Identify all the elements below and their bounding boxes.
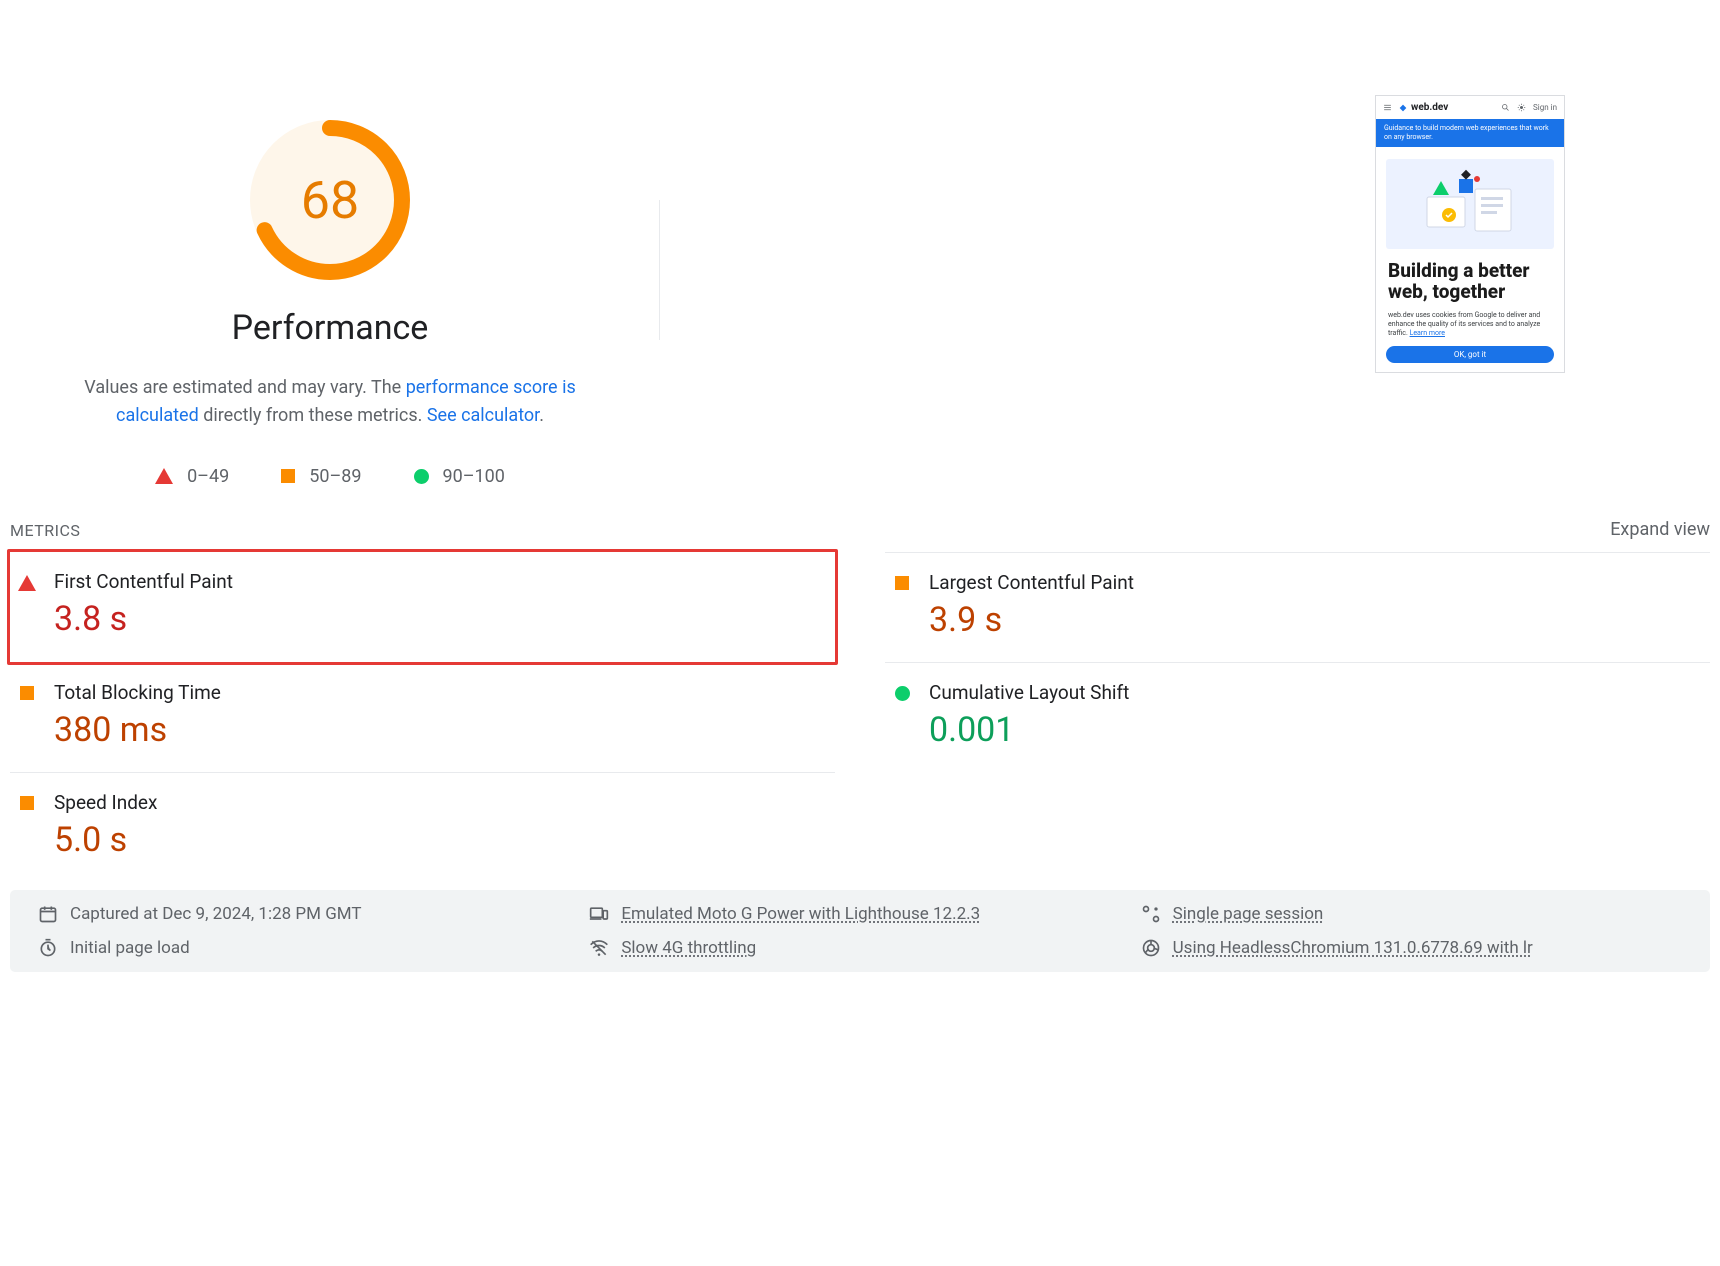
preview-hero xyxy=(1386,159,1554,249)
preview-ok-button: OK, got it xyxy=(1386,346,1554,363)
triangle-icon xyxy=(18,575,36,591)
env-throttling[interactable]: Slow 4G throttling xyxy=(589,938,1130,958)
score-legend: 0–49 50–89 90–100 xyxy=(155,466,505,487)
metric-name: Total Blocking Time xyxy=(54,681,221,704)
preview-topbar: web.dev Sign in xyxy=(1376,96,1564,119)
session-icon xyxy=(1141,904,1161,924)
metric-value: 5.0 s xyxy=(54,820,157,860)
calendar-icon xyxy=(38,904,58,924)
square-icon xyxy=(20,796,34,810)
brand-icon xyxy=(1398,103,1408,113)
env-device[interactable]: Emulated Moto G Power with Lighthouse 12… xyxy=(589,904,1130,924)
legend-good: 90–100 xyxy=(414,466,505,487)
performance-summary: 68 Performance Values are estimated and … xyxy=(10,0,650,487)
score-value: 68 xyxy=(250,120,410,280)
legend-poor-label: 0–49 xyxy=(187,466,229,487)
square-icon xyxy=(20,686,34,700)
triangle-icon xyxy=(155,468,173,484)
env-device-text: Emulated Moto G Power with Lighthouse 12… xyxy=(621,904,980,924)
divider xyxy=(659,200,660,340)
expand-view-link[interactable]: Expand view xyxy=(1610,519,1710,540)
environment-bar: Captured at Dec 9, 2024, 1:28 PM GMT Emu… xyxy=(10,890,1710,972)
preview-headline: Building a better web, together xyxy=(1376,253,1564,305)
legend-medium: 50–89 xyxy=(281,466,361,487)
metric-fcp[interactable]: First Contentful Paint 3.8 s xyxy=(7,549,838,665)
preview-frame: web.dev Sign in Guidance to build modern… xyxy=(1375,95,1565,373)
score-desc-text: Values are estimated and may vary. The xyxy=(84,377,405,398)
network-icon xyxy=(589,938,609,958)
preview-cookie-link: Learn more xyxy=(1410,329,1445,337)
brightness-icon xyxy=(1517,103,1526,112)
env-captured: Captured at Dec 9, 2024, 1:28 PM GMT xyxy=(38,904,579,924)
square-icon xyxy=(281,469,295,483)
metrics-grid: First Contentful Paint 3.8 s Largest Con… xyxy=(10,552,1710,882)
env-browser-text: Using HeadlessChromium 131.0.6778.69 wit… xyxy=(1173,938,1533,958)
score-desc-period: . xyxy=(539,405,544,426)
preview-brand: web.dev xyxy=(1398,102,1448,113)
menu-icon xyxy=(1383,103,1392,112)
legend-poor: 0–49 xyxy=(155,466,229,487)
metric-value: 3.8 s xyxy=(54,599,233,639)
circle-icon xyxy=(895,686,910,701)
devices-icon xyxy=(589,904,609,924)
metric-tbt[interactable]: Total Blocking Time 380 ms xyxy=(10,662,835,772)
metrics-header: METRICS Expand view xyxy=(10,507,1710,552)
metric-value: 3.9 s xyxy=(929,600,1134,640)
metric-value: 380 ms xyxy=(54,710,221,750)
metrics-section-label: METRICS xyxy=(10,521,80,540)
metric-si[interactable]: Speed Index 5.0 s xyxy=(10,772,835,882)
score-description: Values are estimated and may vary. The p… xyxy=(50,374,610,430)
metric-cls[interactable]: Cumulative Layout Shift 0.001 xyxy=(885,662,1710,772)
square-icon xyxy=(895,576,909,590)
metric-name: First Contentful Paint xyxy=(54,570,233,593)
env-captured-prefix: Captured at xyxy=(70,904,162,924)
env-throttling-text: Slow 4G throttling xyxy=(621,938,756,958)
env-session-text: Single page session xyxy=(1173,904,1324,924)
preview-cookie-notice: web.dev uses cookies from Google to deli… xyxy=(1376,305,1564,340)
see-calculator-link[interactable]: See calculator xyxy=(427,405,539,426)
env-browser[interactable]: Using HeadlessChromium 131.0.6778.69 wit… xyxy=(1141,938,1682,958)
circle-icon xyxy=(414,469,429,484)
metric-value: 0.001 xyxy=(929,710,1129,750)
page-preview: web.dev Sign in Guidance to build modern… xyxy=(1375,0,1710,487)
metric-name: Largest Contentful Paint xyxy=(929,571,1134,594)
metric-name: Cumulative Layout Shift xyxy=(929,681,1129,704)
legend-med-label: 50–89 xyxy=(309,466,361,487)
legend-good-label: 90–100 xyxy=(443,466,505,487)
preview-banner: Guidance to build modern web experiences… xyxy=(1376,119,1564,147)
env-load: Initial page load xyxy=(38,938,579,958)
metric-name: Speed Index xyxy=(54,791,157,814)
score-desc-text2: directly from these metrics. xyxy=(199,405,427,426)
preview-signin: Sign in xyxy=(1533,103,1557,112)
preview-brand-text: web.dev xyxy=(1411,102,1448,113)
env-captured-time: Dec 9, 2024, 1:28 PM GMT xyxy=(162,904,361,924)
score-gauge: 68 xyxy=(250,120,410,280)
search-icon xyxy=(1501,103,1510,112)
chrome-icon xyxy=(1141,938,1161,958)
env-load-text: Initial page load xyxy=(70,938,190,958)
score-label: Performance xyxy=(232,308,429,348)
env-session[interactable]: Single page session xyxy=(1141,904,1682,924)
metric-lcp[interactable]: Largest Contentful Paint 3.9 s xyxy=(885,552,1710,662)
timer-icon xyxy=(38,938,58,958)
